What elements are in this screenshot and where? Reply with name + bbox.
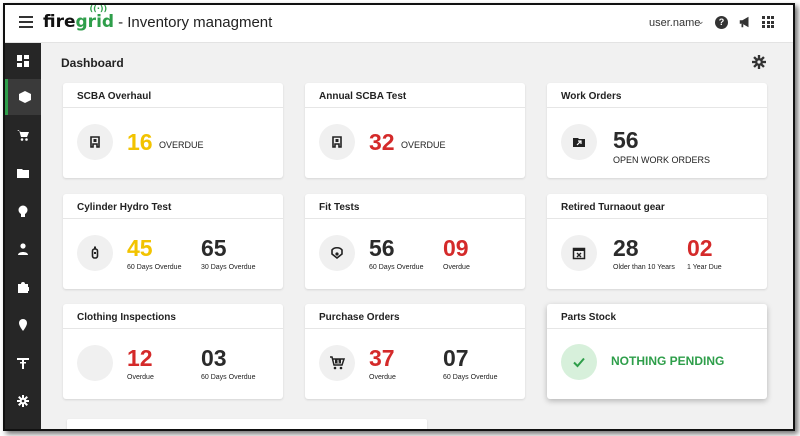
scba-mask-icon [319, 124, 355, 160]
location-icon [19, 319, 27, 331]
retired-turnout-count-1: 28 [613, 235, 639, 261]
sidebar-item-cart[interactable] [5, 117, 41, 153]
card-title: Parts Stock [561, 312, 617, 323]
scba-overhaul-label: OVERDUE [159, 140, 204, 150]
card-title: Clothing Inspections [77, 312, 176, 323]
scba-mask-icon [77, 124, 113, 160]
purchase-orders-count-2: 07 [443, 345, 469, 371]
logo-grid-text: grid ((·)) [75, 4, 115, 32]
card-purchase-orders[interactable]: Purchase Orders $ 37 Overdue 07 60 Days … [305, 304, 525, 399]
fit-tests-count-1: 56 [369, 235, 395, 261]
annual-scba-count: 32 [369, 129, 395, 155]
purchase-orders-label-1: Overdue [369, 374, 396, 381]
card-clothing-inspections[interactable]: Clothing Inspections 12 Overdue 03 60 Da… [63, 304, 283, 399]
card-scba-overhaul[interactable]: SCBA Overhaul 16 OVERDUE [63, 83, 283, 178]
help-icon[interactable]: ? [715, 16, 728, 29]
calendar-x-icon [561, 235, 597, 271]
card-fit-tests[interactable]: Fit Tests 56 60 Days Overdue 09 Overdue [305, 194, 525, 289]
clothing-count-1: 12 [127, 345, 153, 371]
sidebar-item-stations[interactable] [5, 345, 41, 381]
sidebar-item-files[interactable] [5, 155, 41, 191]
puzzle-icon [18, 282, 29, 293]
card-annual-scba-test[interactable]: Annual SCBA Test 32 OVERDUE [305, 83, 525, 178]
cylinder-hydro-label-2: 30 Days Overdue [201, 264, 256, 271]
sidebar-item-equipment[interactable] [5, 193, 41, 229]
chevron-down-icon[interactable]: ⌄ [697, 16, 705, 27]
card-title: Purchase Orders [319, 312, 400, 323]
fit-tests-label-1: 60 Days Overdue [369, 264, 424, 271]
work-orders-label: OPEN WORK ORDERS [613, 155, 711, 165]
megaphone-icon[interactable] [738, 15, 752, 29]
parts-stock-status: NOTHING PENDING [611, 354, 725, 368]
fit-tests-count-2: 09 [443, 235, 469, 261]
folder-icon [17, 169, 29, 178]
card-retired-turnout-gear[interactable]: Retired Turnaout gear 28 Older than 10 Y… [547, 194, 767, 289]
retired-turnout-count-2: 02 [687, 235, 713, 261]
cylinder-hydro-count-1: 45 [127, 235, 153, 261]
clothing-label-1: Overdue [127, 374, 154, 381]
page-title: Dashboard [61, 56, 124, 70]
partial-card [67, 419, 427, 429]
clothing-label-2: 60 Days Overdue [201, 374, 256, 381]
dashboard-icon [17, 55, 29, 67]
card-title: SCBA Overhaul [77, 91, 152, 102]
top-bar: fire grid ((·)) - Inventory managment user… [5, 5, 793, 43]
settings-gear-icon[interactable] [752, 55, 766, 69]
antenna-icon [17, 358, 29, 369]
retired-turnout-label-2: 1 Year Due [687, 264, 722, 271]
card-title: Annual SCBA Test [319, 91, 407, 102]
sidebar-item-users[interactable] [5, 231, 41, 267]
card-title: Fit Tests [319, 202, 360, 213]
helmet-icon [18, 205, 28, 217]
check-icon [561, 344, 597, 380]
fit-tests-label-2: Overdue [443, 264, 470, 271]
card-title: Retired Turnaout gear [561, 202, 665, 213]
shopping-cart-dollar-icon: $ [319, 345, 355, 381]
logo-fire-text: fire [43, 12, 76, 32]
work-orders-count: 56 [613, 127, 639, 153]
signal-icon: ((·)) [89, 4, 108, 13]
app-title: - Inventory managment [118, 14, 273, 31]
purchase-orders-label-2: 60 Days Overdue [443, 374, 498, 381]
apps-grid-icon[interactable] [762, 16, 774, 28]
app-window: fire grid ((·)) - Inventory managment user… [3, 3, 795, 431]
logo: fire grid ((·)) - Inventory managment [43, 4, 273, 36]
cart-icon [17, 130, 29, 141]
sidebar [5, 43, 41, 429]
folder-arrow-icon [561, 124, 597, 160]
card-work-orders[interactable]: Work Orders 56 OPEN WORK ORDERS [547, 83, 767, 178]
svg-text:$: $ [337, 359, 340, 365]
cylinder-icon [77, 235, 113, 271]
sidebar-item-modules[interactable] [5, 269, 41, 305]
inventory-box-icon [18, 91, 31, 103]
clothing-icon-placeholder [77, 345, 113, 381]
respirator-icon [319, 235, 355, 271]
sidebar-item-settings[interactable] [5, 383, 41, 419]
gear-icon [17, 395, 29, 407]
user-menu[interactable]: user.name [649, 17, 700, 29]
annual-scba-label: OVERDUE [401, 140, 446, 150]
clothing-count-2: 03 [201, 345, 227, 371]
menu-icon[interactable] [19, 16, 33, 28]
card-title: Cylinder Hydro Test [77, 202, 172, 213]
scba-overhaul-count: 16 [127, 129, 153, 155]
card-title: Work Orders [561, 91, 622, 102]
cylinder-hydro-label-1: 60 Days Overdue [127, 264, 182, 271]
sidebar-item-locations[interactable] [5, 307, 41, 343]
cylinder-hydro-count-2: 65 [201, 235, 227, 261]
sidebar-item-dashboard[interactable] [5, 43, 41, 79]
retired-turnout-label-1: Older than 10 Years [613, 264, 675, 271]
card-parts-stock[interactable]: Parts Stock NOTHING PENDING [547, 304, 767, 399]
sidebar-item-inventory[interactable] [5, 79, 41, 115]
purchase-orders-count-1: 37 [369, 345, 395, 371]
card-cylinder-hydro-test[interactable]: Cylinder Hydro Test 45 60 Days Overdue 6… [63, 194, 283, 289]
person-icon [18, 243, 28, 255]
